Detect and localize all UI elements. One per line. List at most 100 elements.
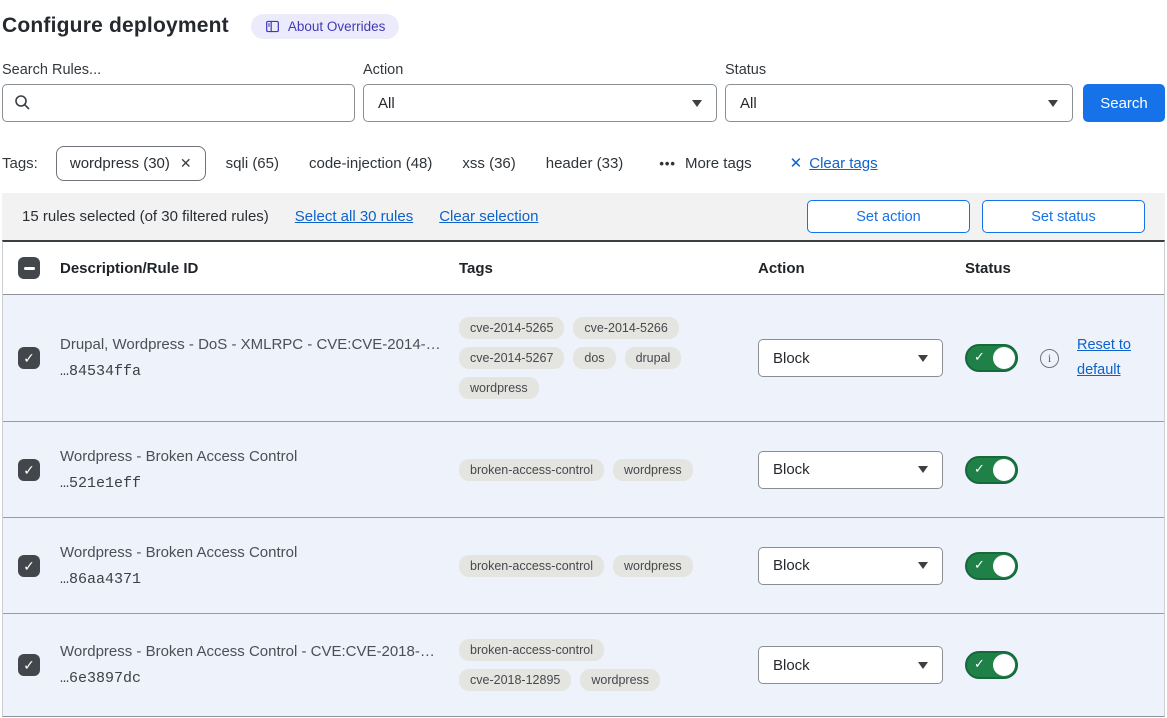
select-all-checkbox[interactable] bbox=[18, 257, 40, 279]
ellipsis-icon: ••• bbox=[659, 156, 676, 171]
tags-bar: Tags: wordpress (30) ✕ sqli (65) code-in… bbox=[2, 145, 1165, 181]
column-header-tags: Tags bbox=[448, 260, 748, 277]
tag-pill: wordpress bbox=[459, 377, 539, 399]
status-toggle[interactable]: ✓ bbox=[965, 456, 1018, 484]
rule-description: Wordpress - Broken Access Control - CVE:… bbox=[60, 643, 448, 660]
search-rules-label: Search Rules... bbox=[2, 62, 355, 78]
status-filter-value: All bbox=[740, 95, 757, 112]
status-filter-select[interactable]: All bbox=[725, 84, 1073, 122]
remove-tag-icon[interactable]: ✕ bbox=[180, 155, 192, 172]
chevron-down-icon bbox=[918, 466, 928, 473]
clear-selection-link[interactable]: Clear selection bbox=[439, 208, 538, 225]
toggle-knob bbox=[993, 459, 1015, 481]
tag-item-sqli[interactable]: sqli (65) bbox=[226, 155, 279, 172]
table-header: Description/Rule ID Tags Action Status bbox=[3, 242, 1164, 295]
tag-pill: cve-2014-5266 bbox=[573, 317, 678, 339]
check-icon: ✓ bbox=[974, 349, 985, 365]
clear-tags-link[interactable]: ✕ Clear tags bbox=[790, 154, 878, 172]
about-overrides-badge[interactable]: About Overrides bbox=[251, 14, 400, 39]
about-overrides-label: About Overrides bbox=[288, 19, 386, 34]
page-title: Configure deployment bbox=[2, 14, 229, 38]
table-row: Drupal, Wordpress - DoS - XMLRPC - CVE:C… bbox=[3, 295, 1164, 422]
rule-description: Wordpress - Broken Access Control bbox=[60, 448, 448, 465]
action-filter-label: Action bbox=[363, 62, 717, 78]
rule-id: …86aa4371 bbox=[60, 571, 448, 588]
search-icon bbox=[14, 94, 31, 116]
rule-description: Wordpress - Broken Access Control bbox=[60, 544, 448, 561]
rule-action-value: Block bbox=[773, 557, 810, 574]
table-row: Wordpress - Broken Access Control - CVE:… bbox=[3, 614, 1164, 716]
chevron-down-icon bbox=[692, 100, 702, 107]
tag-pill: cve-2014-5265 bbox=[459, 317, 564, 339]
tag-pill: broken-access-control bbox=[459, 459, 604, 481]
set-status-button[interactable]: Set status bbox=[982, 200, 1145, 233]
status-toggle[interactable]: ✓ bbox=[965, 344, 1018, 372]
toggle-knob bbox=[993, 654, 1015, 676]
tag-pill: dos bbox=[573, 347, 615, 369]
status-filter-label: Status bbox=[725, 62, 1073, 78]
set-action-button[interactable]: Set action bbox=[807, 200, 970, 233]
tag-list: sqli (65) code-injection (48) xss (36) h… bbox=[226, 155, 624, 172]
rules-table: Description/Rule ID Tags Action Status D… bbox=[2, 240, 1165, 717]
rule-action-select[interactable]: Block bbox=[758, 646, 943, 684]
more-tags-button[interactable]: ••• More tags bbox=[659, 155, 751, 172]
page-header: Configure deployment About Overrides bbox=[2, 10, 1165, 42]
tag-pill: wordpress bbox=[613, 459, 693, 481]
toggle-knob bbox=[993, 347, 1015, 369]
table-row: Wordpress - Broken Access Control …521e1… bbox=[3, 422, 1164, 518]
rule-action-value: Block bbox=[773, 350, 810, 367]
rule-id: …6e3897dc bbox=[60, 670, 448, 687]
row-checkbox[interactable] bbox=[18, 459, 40, 481]
tag-pill: wordpress bbox=[613, 555, 693, 577]
tag-pill: cve-2018-12895 bbox=[459, 669, 571, 691]
book-icon bbox=[265, 19, 280, 34]
selected-tag-label: wordpress (30) bbox=[70, 155, 170, 172]
rule-action-select[interactable]: Block bbox=[758, 547, 943, 585]
status-toggle[interactable]: ✓ bbox=[965, 552, 1018, 580]
rule-action-value: Block bbox=[773, 461, 810, 478]
column-header-status: Status bbox=[953, 260, 1164, 277]
check-icon: ✓ bbox=[974, 461, 985, 477]
reset-to-default-link[interactable]: Reset to default bbox=[1077, 333, 1141, 382]
toggle-knob bbox=[993, 555, 1015, 577]
more-tags-label: More tags bbox=[685, 155, 752, 172]
clear-tags-label: Clear tags bbox=[809, 155, 877, 172]
check-icon: ✓ bbox=[974, 656, 985, 672]
tag-item-code-injection[interactable]: code-injection (48) bbox=[309, 155, 432, 172]
tag-pill: cve-2014-5267 bbox=[459, 347, 564, 369]
chevron-down-icon bbox=[918, 662, 928, 669]
check-icon: ✓ bbox=[974, 557, 985, 573]
select-all-link[interactable]: Select all 30 rules bbox=[295, 208, 413, 225]
chevron-down-icon bbox=[918, 562, 928, 569]
status-toggle[interactable]: ✓ bbox=[965, 651, 1018, 679]
tag-pill: wordpress bbox=[580, 669, 660, 691]
rule-id: …84534ffa bbox=[60, 363, 448, 380]
filter-bar: Search Rules... Action All Status All bbox=[2, 62, 1165, 122]
tag-pill: drupal bbox=[625, 347, 682, 369]
tag-item-xss[interactable]: xss (36) bbox=[462, 155, 515, 172]
column-header-description: Description/Rule ID bbox=[48, 260, 448, 277]
rule-action-select[interactable]: Block bbox=[758, 451, 943, 489]
chevron-down-icon bbox=[1048, 100, 1058, 107]
tags-label: Tags: bbox=[2, 155, 38, 172]
rule-action-value: Block bbox=[773, 657, 810, 674]
rule-description: Drupal, Wordpress - DoS - XMLRPC - CVE:C… bbox=[60, 336, 448, 353]
info-icon[interactable]: i bbox=[1040, 349, 1059, 368]
row-checkbox[interactable] bbox=[18, 654, 40, 676]
row-checkbox[interactable] bbox=[18, 347, 40, 369]
tag-item-header[interactable]: header (33) bbox=[546, 155, 624, 172]
action-filter-select[interactable]: All bbox=[363, 84, 717, 122]
search-button[interactable]: Search bbox=[1083, 84, 1165, 122]
tag-pill: broken-access-control bbox=[459, 639, 604, 661]
row-checkbox[interactable] bbox=[18, 555, 40, 577]
column-header-action: Action bbox=[748, 260, 953, 277]
tag-pill: broken-access-control bbox=[459, 555, 604, 577]
table-row: Wordpress - Broken Access Control …86aa4… bbox=[3, 518, 1164, 614]
rule-action-select[interactable]: Block bbox=[758, 339, 943, 377]
selection-summary: 15 rules selected (of 30 filtered rules) bbox=[22, 208, 269, 225]
action-filter-value: All bbox=[378, 95, 395, 112]
search-rules-input[interactable] bbox=[2, 84, 355, 122]
configure-deployment-page: Configure deployment About Overrides Sea… bbox=[0, 0, 1167, 718]
selection-bar: 15 rules selected (of 30 filtered rules)… bbox=[2, 193, 1165, 240]
selected-tag-chip[interactable]: wordpress (30) ✕ bbox=[56, 146, 206, 181]
